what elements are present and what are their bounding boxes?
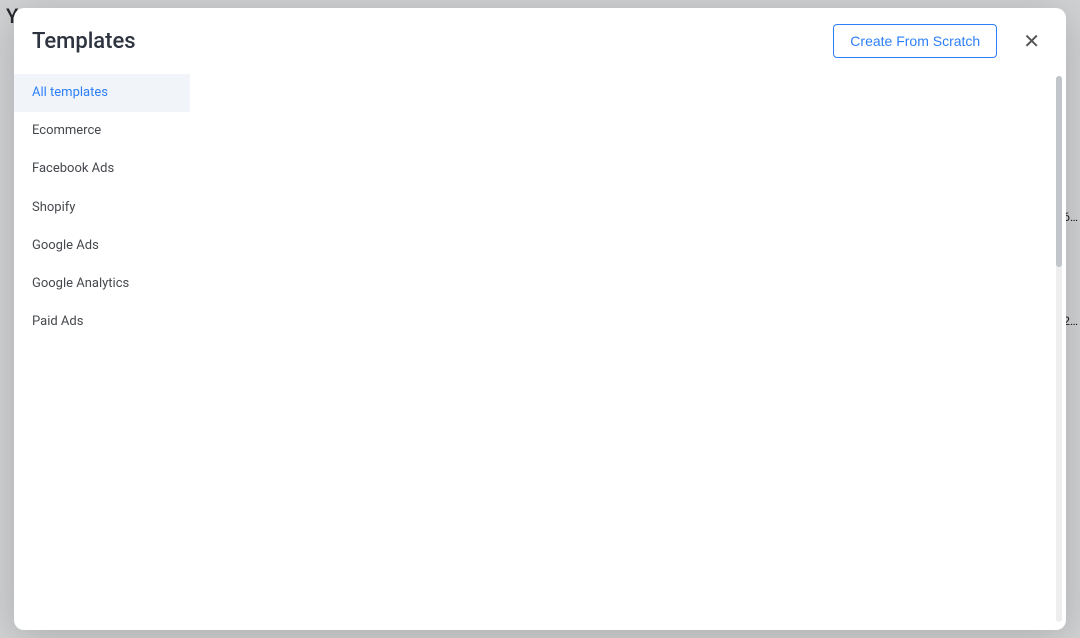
sidebar-item-facebook-ads[interactable]: Facebook Ads <box>14 150 190 188</box>
modal-header: Templates Create From Scratch ✕ <box>14 8 1066 68</box>
sidebar: All templatesEcommerceFacebook AdsShopif… <box>14 68 190 630</box>
sidebar-item-google-analytics[interactable]: Google Analytics <box>14 265 190 303</box>
scrollbar-thumb[interactable] <box>1056 76 1062 267</box>
templates-modal: Templates Create From Scratch ✕ All temp… <box>14 8 1066 630</box>
create-from-scratch-button[interactable]: Create From Scratch <box>833 24 997 58</box>
sidebar-item-all-templates[interactable]: All templates <box>14 74 190 112</box>
sidebar-item-paid-ads[interactable]: Paid Ads <box>14 303 190 341</box>
modal-title: Templates <box>32 29 136 54</box>
templates-grid-container <box>190 68 1066 630</box>
sidebar-item-ecommerce[interactable]: Ecommerce <box>14 112 190 150</box>
close-icon[interactable]: ✕ <box>1015 25 1048 58</box>
sidebar-item-google-ads[interactable]: Google Ads <box>14 227 190 265</box>
scrollbar[interactable] <box>1056 76 1062 622</box>
sidebar-item-shopify[interactable]: Shopify <box>14 189 190 227</box>
